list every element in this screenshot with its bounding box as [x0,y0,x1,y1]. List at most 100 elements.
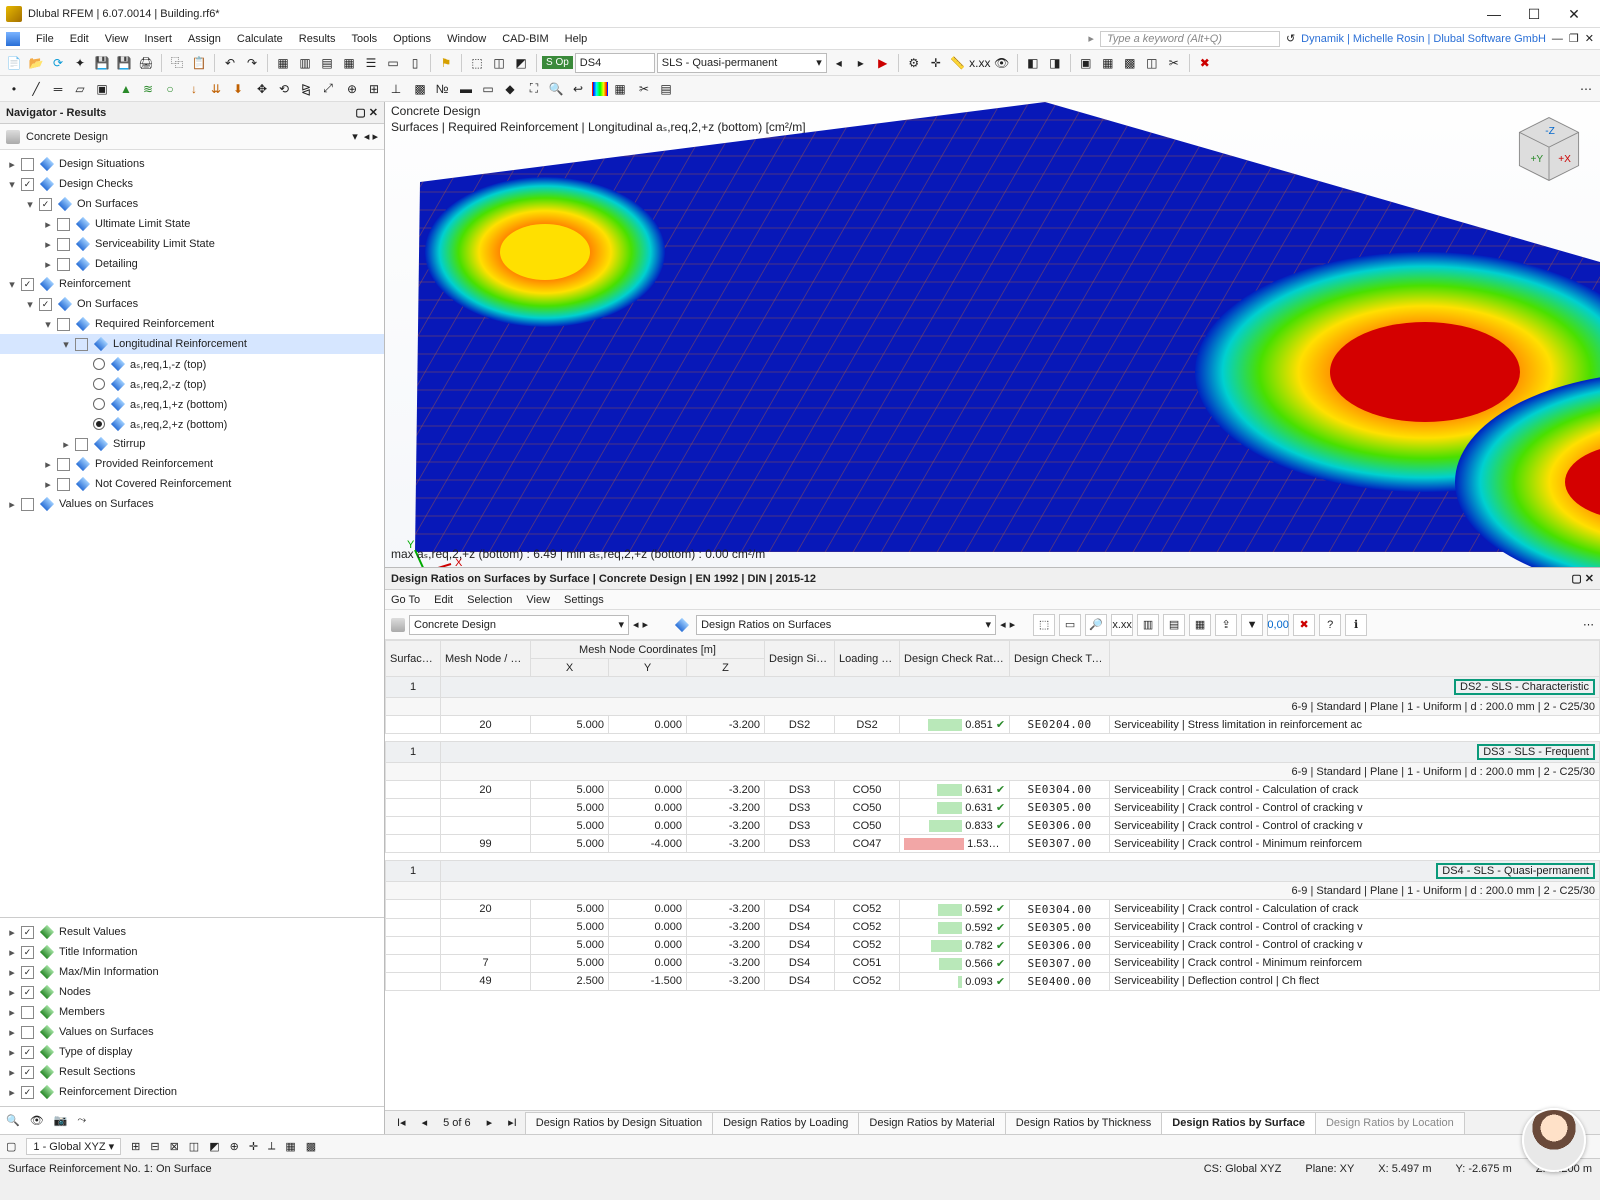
minimize-button[interactable]: — [1474,2,1514,26]
wizard-icon[interactable]: ✦ [70,53,90,73]
table-row[interactable]: 5.0000.000-3.200DS4CO52 0.782 ✔SE0306.00… [386,936,1600,954]
table-row[interactable]: 5.0000.000-3.200DS3CO50 0.631 ✔SE0305.00… [386,799,1600,817]
ruler-icon[interactable]: 📏 [948,53,968,73]
ortho-icon[interactable]: ⊥ [386,79,406,99]
nav-option[interactable]: ▸Max/Min Information [0,962,384,982]
color2-icon[interactable]: ▦ [610,79,630,99]
select-obj2-icon[interactable]: ▭ [1059,614,1081,636]
save-icon[interactable]: 💾 [92,53,112,73]
prev-ds-icon[interactable]: ◂ [829,53,849,73]
color1-icon[interactable] [592,82,608,96]
axis-icon[interactable]: ✛ [926,53,946,73]
menu-window[interactable]: Window [439,31,494,47]
result-tab[interactable]: Design Ratios by Loading [712,1112,859,1134]
mdi-close-icon[interactable]: ✕ [1585,32,1594,45]
number-icon[interactable]: № [432,79,452,99]
col-mesh-node[interactable]: Mesh Node / Element No. [441,641,531,677]
mdi-restore-icon[interactable]: ❐ [1569,32,1579,45]
camera-icon[interactable]: 📷 [54,1114,68,1127]
result-tab[interactable]: Design Ratios by Material [858,1112,1005,1134]
table2-icon[interactable]: ▥ [295,53,315,73]
assistant-avatar-icon[interactable] [1522,1108,1586,1172]
result-tab[interactable]: Design Ratios by Thickness [1005,1112,1163,1134]
dim-icon[interactable]: x.xx [970,53,990,73]
nav-option[interactable]: ▸Result Values [0,922,384,942]
clip2-icon[interactable]: ▤ [656,79,676,99]
rotate-icon[interactable]: ⟲ [274,79,294,99]
nav-option[interactable]: ▸Type of display [0,1042,384,1062]
col-load[interactable]: Loading No. [835,641,900,677]
table-row[interactable]: 75.0000.000-3.200DS4CO51 0.566 ✔SE0307.0… [386,954,1600,972]
select3-icon[interactable]: ◩ [511,53,531,73]
redo-icon[interactable]: ↷ [242,53,262,73]
scale-icon[interactable]: ⤢ [318,79,338,99]
iso-icon[interactable]: ◧ [1023,53,1043,73]
wp4-icon[interactable]: ◫ [189,1140,199,1153]
node-icon[interactable]: • [4,79,24,99]
path-icon[interactable]: ⤳ [77,1114,86,1127]
tree-item[interactable]: ▾Design Checks [0,174,384,194]
tree-item[interactable]: ▸Serviceability Limit State [0,234,384,254]
saveall-icon[interactable]: 💾 [114,53,134,73]
history-icon[interactable]: ↺ [1286,32,1295,45]
page-first-icon[interactable]: I◂ [389,1116,414,1129]
tree-item[interactable]: aₛ,req,1,-z (top) [0,354,384,374]
wire-icon[interactable]: ▦ [1098,53,1118,73]
tree-item[interactable]: ▸Stirrup [0,434,384,454]
table-row[interactable]: 995.000-4.000-3.200DS3CO47 1.530 ❗SE0307… [386,835,1600,853]
panel-next-icon[interactable]: ▸ [643,618,649,631]
filter-icon[interactable]: ▼ [1241,614,1263,636]
grid-icon[interactable]: ▦ [339,53,359,73]
menu-tools[interactable]: Tools [343,31,385,47]
nav-option[interactable]: ▸Reinforcement Direction [0,1082,384,1102]
eye2-icon[interactable]: 👁 [30,1114,44,1127]
new-icon[interactable]: 📄 [4,53,24,73]
copy-icon[interactable]: ⿻ [167,53,187,73]
paste-icon[interactable]: 📋 [189,53,209,73]
panel-next2-icon[interactable]: ▸ [1010,618,1016,631]
mesh-icon[interactable]: ▩ [410,79,430,99]
menu-help[interactable]: Help [557,31,596,47]
cloud-icon[interactable]: ⟳ [48,53,68,73]
next-ds-icon[interactable]: ▸ [851,53,871,73]
wp9-icon[interactable]: ▦ [285,1140,295,1153]
zoom-prev-icon[interactable]: ↩ [568,79,588,99]
tree-item[interactable]: ▸Provided Reinforcement [0,454,384,474]
panel-menu-settings[interactable]: Settings [564,594,604,606]
menu-edit[interactable]: Edit [62,31,97,47]
select-obj-icon[interactable]: ⬚ [1033,614,1055,636]
move-icon[interactable]: ✥ [252,79,272,99]
table-row[interactable]: 492.500-1.500-3.200DS4CO52 0.093 ✔SE0400… [386,972,1600,990]
pin-icon[interactable]: ▢ ✕ [355,106,378,119]
eye-icon[interactable]: 👁 [992,53,1012,73]
snapgrid-icon[interactable]: ⊞ [364,79,384,99]
iso2-icon[interactable]: ◨ [1045,53,1065,73]
table-row[interactable]: 205.0000.000-3.200DS2DS2 0.851 ✔SE0204.0… [386,716,1600,734]
menu-file[interactable]: File [28,31,62,47]
tree-item[interactable]: ▾Longitudinal Reinforcement [0,334,384,354]
menu-assign[interactable]: Assign [180,31,229,47]
panel-menu-selection[interactable]: Selection [467,594,512,606]
shade-icon[interactable]: ▩ [1120,53,1140,73]
menu-options[interactable]: Options [385,31,439,47]
load3-icon[interactable]: ⬇ [228,79,248,99]
cs-icon[interactable]: ▢ [6,1140,16,1153]
undo-icon[interactable]: ↶ [220,53,240,73]
tree-item[interactable]: ▾On Surfaces [0,194,384,214]
trans-icon[interactable]: ◫ [1142,53,1162,73]
table3-icon[interactable]: ▤ [317,53,337,73]
more-icon[interactable]: ⋯ [1576,79,1596,99]
col-ds[interactable]: Design Situation [765,641,835,677]
tree-item[interactable]: ▸Values on Surfaces [0,494,384,514]
props-icon[interactable]: ▭ [383,53,403,73]
export-icon[interactable]: ⇪ [1215,614,1237,636]
menu-results[interactable]: Results [291,31,344,47]
wp5-icon[interactable]: ◩ [209,1140,219,1153]
table-row[interactable]: 205.0000.000-3.200DS3CO50 0.631 ✔SE0304.… [386,781,1600,799]
panel-menu-view[interactable]: View [526,594,550,606]
table-row[interactable]: 5.0000.000-3.200DS4CO52 0.592 ✔SE0305.00… [386,918,1600,936]
props2-icon[interactable]: ▯ [405,53,425,73]
num-format-icon[interactable]: x.xx [1111,614,1133,636]
col-desc[interactable] [1110,641,1600,677]
help-icon[interactable]: ? [1319,614,1341,636]
